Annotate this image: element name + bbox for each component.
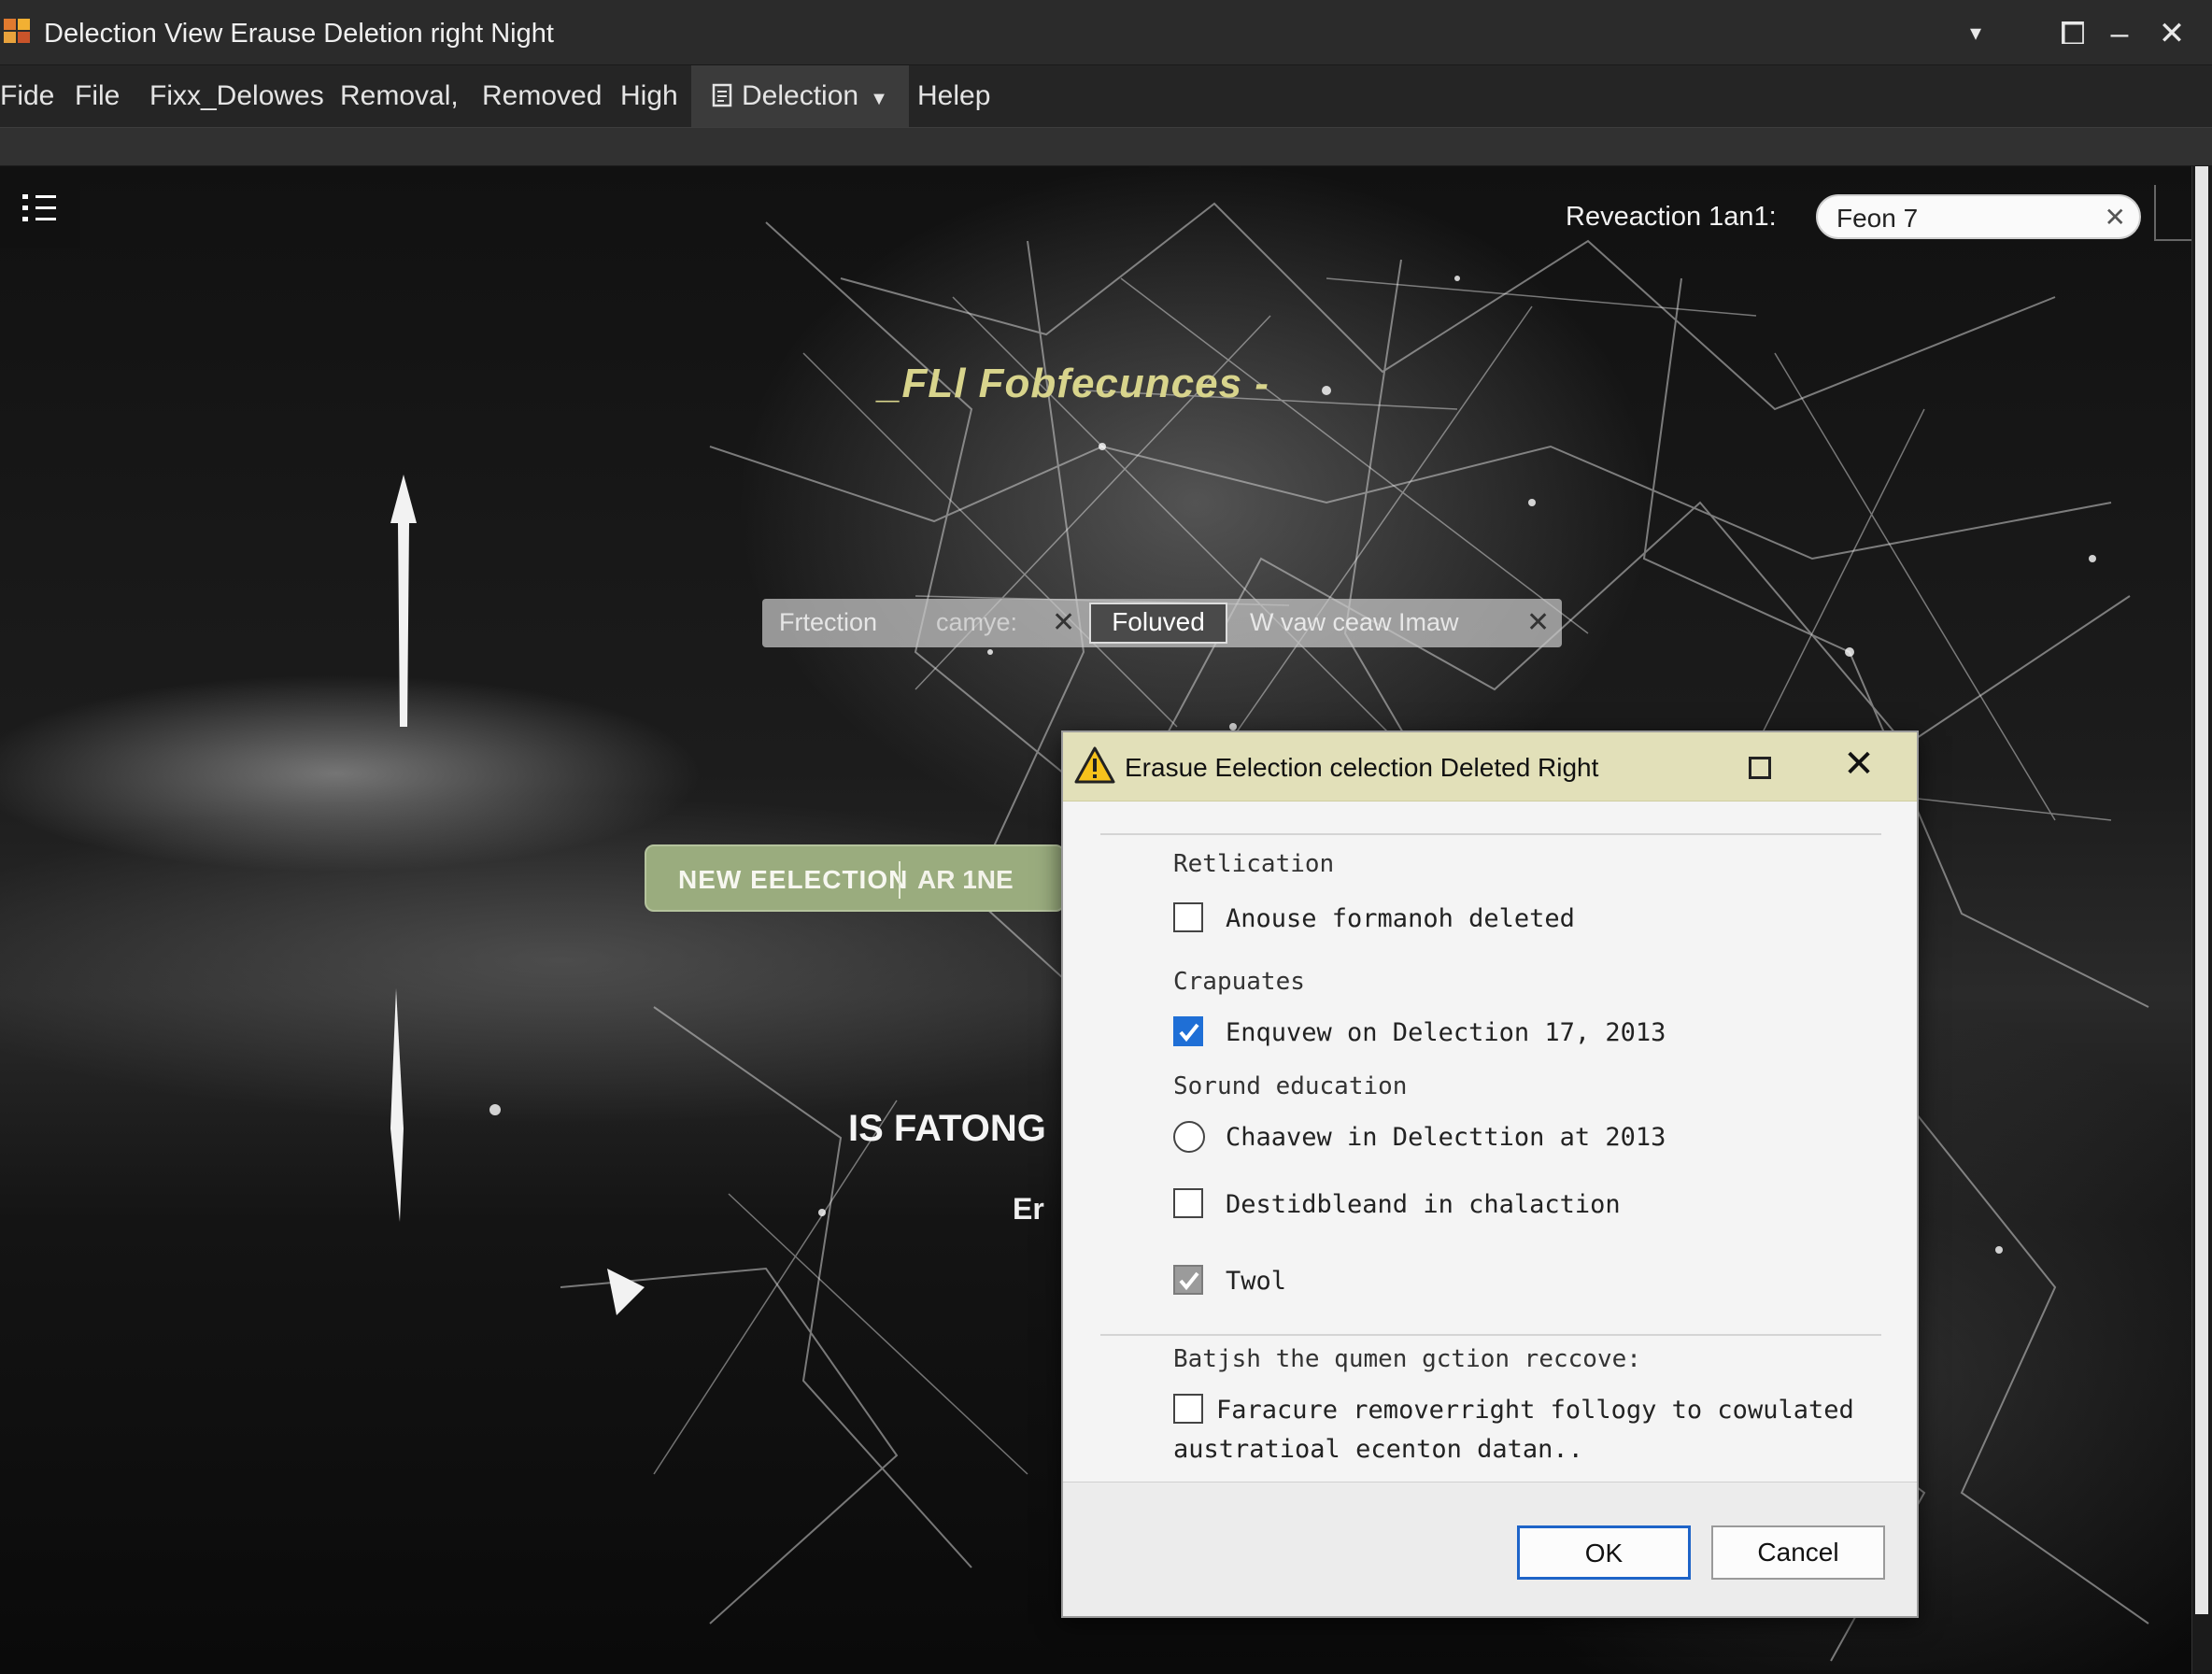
menu-bar: Fide File Fixx_Delowes Removal, Removed … — [0, 65, 2212, 127]
divider — [1100, 833, 1881, 835]
overlay-title: _FLl Fobfecunces - — [878, 361, 1269, 406]
document-icon — [712, 83, 732, 107]
restore-window-icon[interactable]: ⧠ — [2049, 13, 2096, 54]
section-retlication: Retlication — [1173, 850, 1335, 878]
search-value: Feon 7 — [1836, 204, 1919, 233]
menu-item-removed[interactable]: Removed — [482, 65, 602, 127]
checkmark-icon — [1179, 1271, 1199, 1291]
tag-foluved[interactable]: Foluved — [1089, 603, 1227, 644]
minimize-window-icon[interactable]: – — [2096, 13, 2143, 54]
erase-dialog: Erasue Eelection celection Deleted Right… — [1061, 731, 1919, 1618]
menu-item-help[interactable]: Helep — [917, 65, 990, 127]
panel-frame — [2154, 185, 2191, 241]
close-tag-icon[interactable]: ✕ — [1052, 606, 1075, 639]
option-label: Anouse formanoh deleted — [1226, 904, 1575, 933]
search-input[interactable]: Feon 7 ✕ — [1816, 194, 2141, 239]
new-election-label: NEW EELECTION — [678, 865, 909, 894]
section-batjsh: Batjsh the qumen gction reccove: — [1173, 1345, 1641, 1373]
reveaction-label: Reveaction 1an1: — [1566, 202, 1777, 232]
option-label: Destidbleand in chalaction — [1226, 1190, 1621, 1219]
dialog-footer: OK Cancel — [1063, 1482, 1917, 1616]
close-window-icon[interactable]: ✕ — [2148, 13, 2195, 54]
checkbox-checked[interactable] — [1173, 1016, 1203, 1046]
close-tag-icon[interactable]: ✕ — [1526, 606, 1550, 639]
checkbox[interactable] — [1173, 1188, 1203, 1218]
chevron-down-icon: ▼ — [870, 89, 888, 109]
cancel-button[interactable]: Cancel — [1711, 1525, 1885, 1580]
warning-icon — [1074, 746, 1115, 784]
option-label: Enquvew on Delection 17, 2013 — [1226, 1018, 1666, 1047]
new-election-extra: AR 1NE — [917, 865, 1014, 894]
section-sorund-education: Sorund education — [1173, 1072, 1408, 1100]
canvas-heading: IS FATONG — [848, 1108, 1046, 1149]
scrollbar-thumb[interactable] — [2195, 166, 2208, 1614]
menu-item-high[interactable]: High — [620, 65, 678, 127]
vertical-scrollbar[interactable] — [2191, 166, 2212, 1674]
ok-button[interactable]: OK — [1517, 1525, 1691, 1580]
tag-wvaw[interactable]: W vaw ceaw Imaw — [1250, 608, 1459, 637]
checkbox[interactable] — [1173, 902, 1203, 932]
list-view-button[interactable] — [0, 166, 80, 248]
clear-search-icon[interactable]: ✕ — [2105, 202, 2126, 233]
option-label: Twol — [1226, 1267, 1287, 1296]
checkmark-icon — [1179, 1023, 1199, 1043]
title-bar: Delection View Erause Deletion right Nig… — [0, 0, 2212, 65]
divider — [1100, 1334, 1881, 1336]
button-separator — [899, 861, 900, 899]
tag-bar: Frtection camye: ✕ Foluved W vaw ceaw Im… — [762, 599, 1562, 647]
tag-frtection[interactable]: Frtection — [779, 608, 877, 637]
radio-button[interactable] — [1173, 1121, 1205, 1153]
maximize-icon[interactable] — [1741, 749, 1777, 785]
option-label-continuation: austratioal ecenton datan.. — [1173, 1435, 1583, 1464]
menu-delection-label: Delection — [742, 80, 859, 111]
option-label: Chaavew in Delecttion at 2013 — [1226, 1123, 1666, 1152]
close-icon[interactable]: ✕ — [1840, 744, 1878, 785]
checkbox[interactable] — [1173, 1394, 1203, 1424]
toolbar-strip — [0, 127, 2212, 166]
dialog-title: Erasue Eelection celection Deleted Right — [1125, 753, 1599, 782]
checkbox-checked-disabled[interactable] — [1173, 1265, 1203, 1295]
window-title: Delection View Erause Deletion right Nig… — [44, 19, 554, 49]
option-label: Faracure removerright follogy to cowulat… — [1216, 1396, 1854, 1425]
dialog-title-bar: Erasue Eelection celection Deleted Right… — [1063, 732, 1917, 802]
menu-item-fide[interactable]: Fide — [0, 65, 54, 127]
option-faracure-checkbox[interactable]: Faracure removerright follogy to cowulat… — [1173, 1390, 1883, 1427]
app-icon — [4, 19, 32, 45]
title-dropdown-icon[interactable]: ▾ — [1952, 13, 1999, 54]
menu-item-delection[interactable]: Delection ▼ — [691, 65, 909, 127]
menu-item-file[interactable]: File — [75, 65, 120, 127]
section-crapuates: Crapuates — [1173, 968, 1305, 996]
new-election-button[interactable]: NEW EELECTION AR 1NE — [645, 844, 1065, 912]
canvas-subtext: Er — [1013, 1192, 1044, 1226]
tag-camye[interactable]: camye: — [936, 608, 1017, 637]
menu-item-fixx-delowes[interactable]: Fixx_Delowes — [149, 65, 324, 127]
menu-item-removal[interactable]: Removal, — [340, 65, 459, 127]
